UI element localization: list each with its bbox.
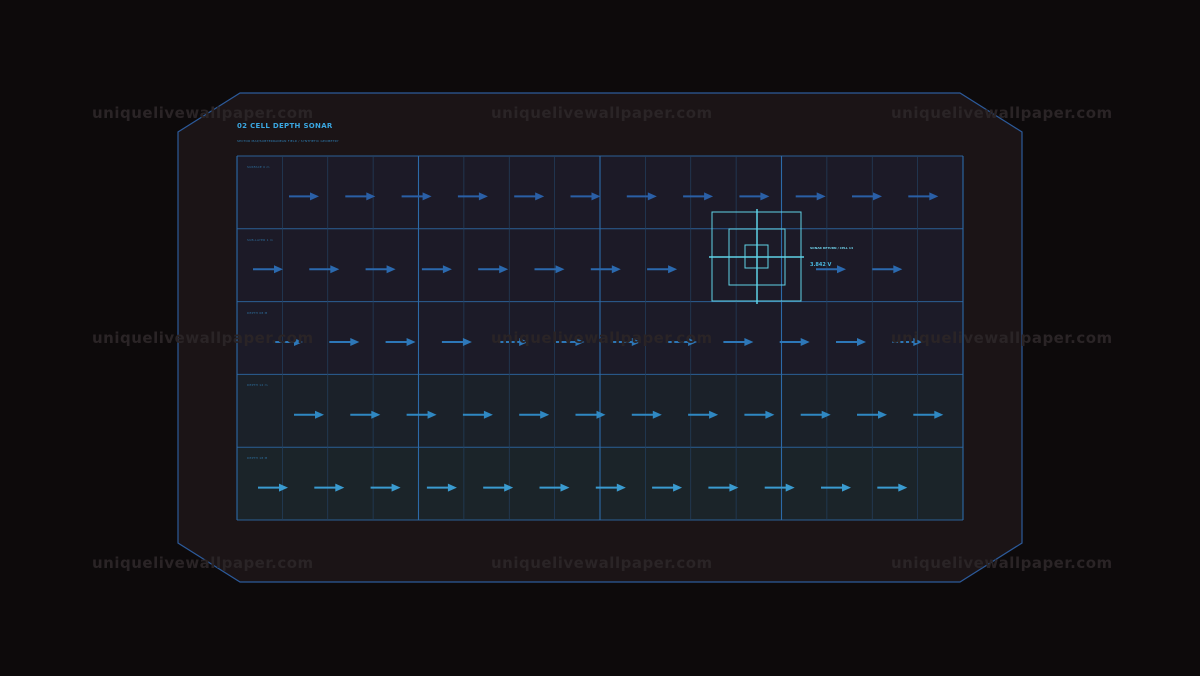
row-label-5: DEPTH 18 M	[247, 456, 268, 460]
target-label: SONAR RETURN / CELL 14	[810, 246, 854, 250]
watermark-tr: uniquelivewallpaper.com	[891, 104, 1113, 122]
watermark-mr: uniquelivewallpaper.com	[891, 329, 1113, 347]
target-value: 3.842 V	[810, 262, 832, 268]
watermark-bl: uniquelivewallpaper.com	[92, 554, 314, 572]
row-label-3: DEPTH 08 M	[247, 311, 268, 315]
watermark-ml: uniquelivewallpaper.com	[92, 329, 314, 347]
panel-subtitle: SECTOR MAP/SUBTERRANEAN FIELD / SYNTHETI…	[237, 139, 339, 143]
watermark-bc: uniquelivewallpaper.com	[491, 554, 713, 572]
watermark-tc: uniquelivewallpaper.com	[491, 104, 713, 122]
row-label-2: SUB-LAYER 1 m	[247, 238, 273, 242]
watermark-br: uniquelivewallpaper.com	[891, 554, 1113, 572]
row-label-4: DEPTH 12 m	[247, 383, 268, 387]
watermark-tl: uniquelivewallpaper.com	[92, 104, 314, 122]
watermark-mc: uniquelivewallpaper.com	[491, 329, 713, 347]
panel-title: 02 CELL DEPTH SONAR	[237, 122, 333, 130]
row-label-1: SURFACE 0 m	[247, 165, 270, 169]
